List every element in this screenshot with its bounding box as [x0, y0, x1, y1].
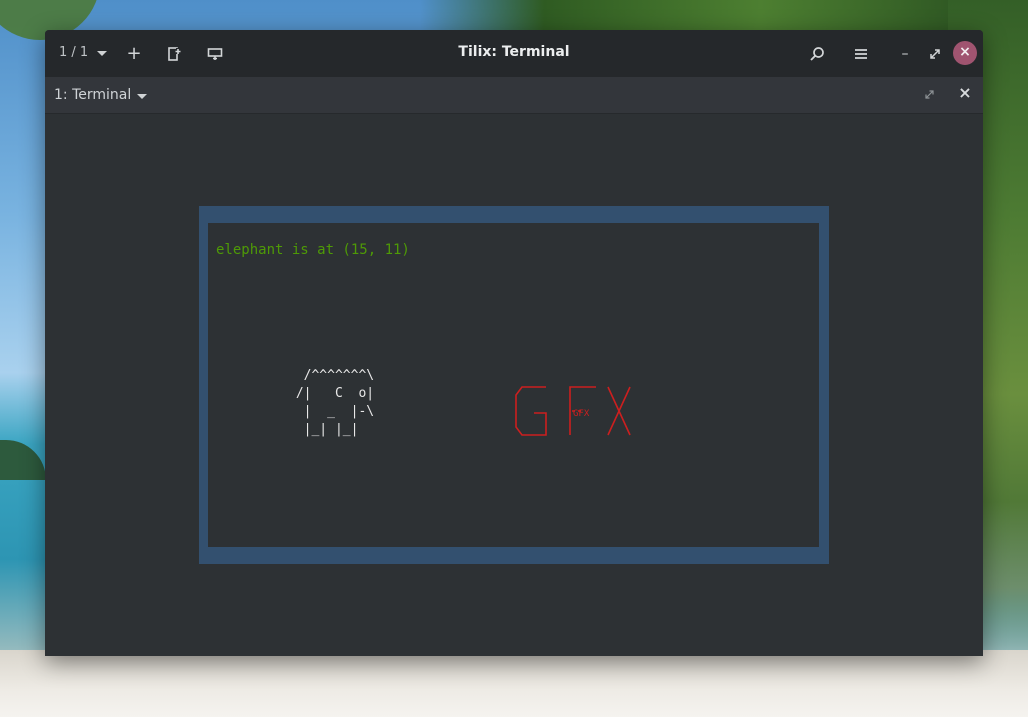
elephant-ascii-art: /^^^^^^^\ /| C o| | _ |-\ |_| |_|	[295, 368, 375, 437]
gfx-canvas: elephant is at (15, 11) /^^^^^^^\ /| C o…	[208, 223, 819, 547]
maximize-icon[interactable]	[923, 42, 947, 66]
tilix-window: 1 / 1 + Tilix: Terminal – × 1: Terminal …	[45, 30, 983, 656]
gfx-logo-icon: GFX	[515, 386, 631, 436]
window-title: Tilix: Terminal	[458, 44, 570, 60]
gfx-logo-text: GFX	[573, 409, 590, 419]
hamburger-menu-icon[interactable]	[849, 42, 873, 66]
minimize-button[interactable]: –	[893, 42, 917, 66]
close-window-button[interactable]: ×	[953, 41, 977, 65]
terminal-output[interactable]: elephant is at (15, 11) /^^^^^^^\ /| C o…	[45, 114, 983, 656]
gfx-frame: elephant is at (15, 11) /^^^^^^^\ /| C o…	[199, 206, 829, 564]
status-line: elephant is at (15, 11)	[216, 242, 410, 258]
search-icon[interactable]	[805, 42, 829, 66]
palm-leaves-top	[420, 0, 1028, 34]
beach	[0, 650, 1028, 717]
maximize-terminal-icon[interactable]	[921, 86, 937, 102]
close-terminal-button[interactable]: ×	[956, 84, 974, 102]
island	[0, 440, 46, 480]
terminal-title-label[interactable]: 1: Terminal	[54, 87, 131, 103]
terminal-titlebar: 1: Terminal ×	[45, 77, 983, 114]
chevron-down-icon[interactable]	[137, 94, 147, 99]
header-bar: 1 / 1 + Tilix: Terminal – ×	[45, 30, 983, 77]
